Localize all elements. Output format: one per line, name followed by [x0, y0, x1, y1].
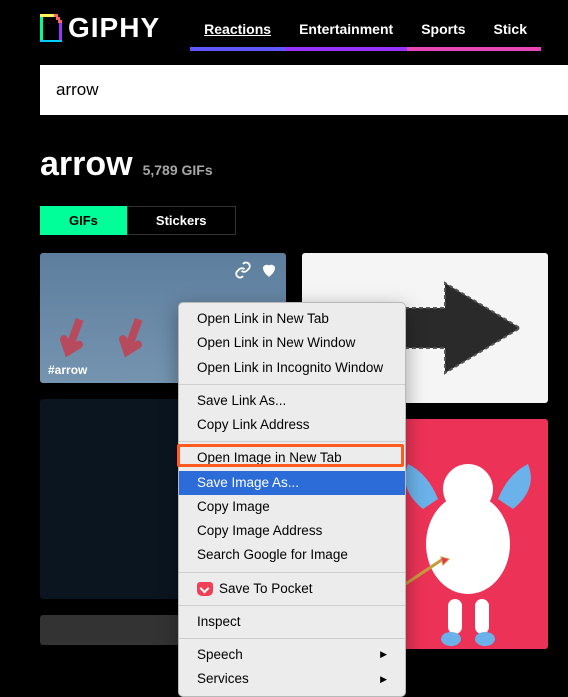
logo-text: GIPHY — [68, 12, 160, 44]
menu-open-link-incognito[interactable]: Open Link in Incognito Window — [179, 356, 405, 380]
gif-tag: #arrow — [48, 363, 87, 377]
menu-copy-link-address[interactable]: Copy Link Address — [179, 413, 405, 437]
menu-save-link-as[interactable]: Save Link As... — [179, 389, 405, 413]
nav-sports[interactable]: Sports — [407, 13, 479, 51]
menu-search-google-image[interactable]: Search Google for Image — [179, 543, 405, 567]
menu-inspect[interactable]: Inspect — [179, 610, 405, 634]
menu-separator — [179, 572, 405, 573]
link-icon[interactable] — [234, 261, 252, 284]
menu-copy-image[interactable]: Copy Image — [179, 495, 405, 519]
pocket-label: Save To Pocket — [219, 579, 313, 599]
header: GIPHY Reactions Entertainment Sports Sti… — [0, 0, 568, 55]
page-title: arrow — [40, 145, 133, 184]
context-menu: Open Link in New Tab Open Link in New Wi… — [178, 302, 406, 697]
nav-reactions[interactable]: Reactions — [190, 13, 285, 51]
menu-open-link-new-tab[interactable]: Open Link in New Tab — [179, 307, 405, 331]
menu-speech[interactable]: Speech — [179, 643, 405, 667]
title-row: arrow 5,789 GIFs — [40, 145, 528, 184]
heart-icon[interactable] — [260, 261, 278, 284]
menu-separator — [179, 605, 405, 606]
search-input[interactable] — [56, 80, 552, 100]
menu-separator — [179, 384, 405, 385]
pocket-icon — [197, 582, 213, 596]
tabs: GIFs Stickers — [40, 206, 528, 235]
logo[interactable]: GIPHY — [40, 12, 160, 44]
menu-save-to-pocket[interactable]: Save To Pocket — [179, 577, 405, 601]
gif-count: 5,789 GIFs — [143, 162, 213, 178]
menu-open-link-new-window[interactable]: Open Link in New Window — [179, 331, 405, 355]
nav-stickers[interactable]: Stick — [480, 13, 541, 51]
menu-services[interactable]: Services — [179, 667, 405, 691]
menu-separator — [179, 638, 405, 639]
main-nav: Reactions Entertainment Sports Stick — [190, 13, 541, 51]
menu-open-image-new-tab[interactable]: Open Image in New Tab — [179, 446, 405, 470]
giphy-logo-icon — [40, 14, 62, 42]
tab-gifs[interactable]: GIFs — [40, 206, 127, 235]
cupid-illustration — [393, 449, 543, 649]
tab-stickers[interactable]: Stickers — [127, 206, 236, 235]
menu-separator — [179, 441, 405, 442]
search-bar — [40, 65, 568, 115]
nav-entertainment[interactable]: Entertainment — [285, 13, 407, 51]
menu-save-image-as[interactable]: Save Image As... — [179, 471, 405, 495]
menu-copy-image-address[interactable]: Copy Image Address — [179, 519, 405, 543]
